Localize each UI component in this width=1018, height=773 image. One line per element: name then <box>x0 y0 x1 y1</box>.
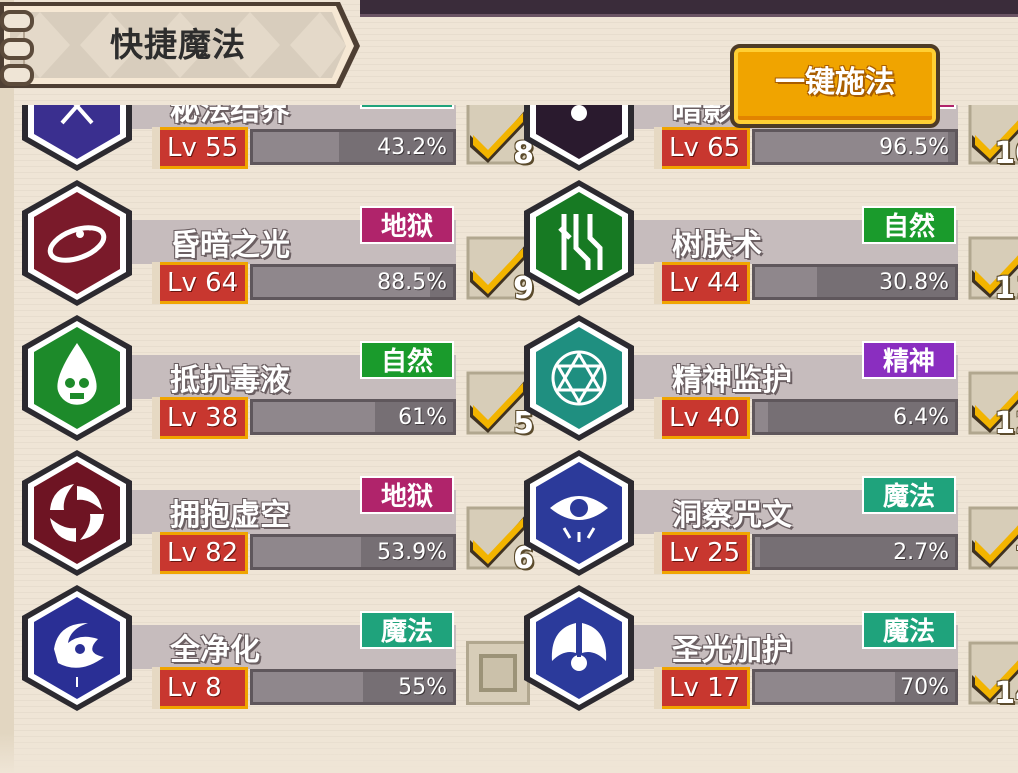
spell-level-badge: Lv 82 <box>152 532 248 574</box>
spell-school-tag: 地狱 <box>360 206 454 244</box>
page-title: 快捷魔法 <box>110 25 246 64</box>
spell-school-tag: 魔法 <box>360 611 454 649</box>
spell-level-badge: Lv 40 <box>654 397 750 439</box>
spell-progress-fill <box>755 267 817 297</box>
spell-school-tag: 魔法 <box>862 611 956 649</box>
shadow-icon <box>520 105 638 173</box>
spell-name: 树肤术 <box>672 228 762 263</box>
spell-progress-fill <box>755 537 761 567</box>
spell-progress-bar: 43.2% <box>250 129 456 165</box>
spell-slot-number: 14 <box>994 676 1018 711</box>
spell-name: 圣光加护 <box>672 633 792 668</box>
spell-row-s9[interactable]: 全净化 魔法 Lv 8 55% <box>18 583 530 713</box>
void-embrace-icon <box>18 448 136 578</box>
spell-progress-label: 55% <box>398 675 447 700</box>
spell-progress-label: 53.9% <box>377 540 447 565</box>
spell-slot-number: 12 <box>994 406 1018 441</box>
barkskin-icon <box>520 178 638 308</box>
spell-name: 洞察咒文 <box>672 498 792 533</box>
spell-enabled-checkbox[interactable]: 14 <box>968 641 1018 711</box>
spell-progress-bar: 55% <box>250 669 456 705</box>
spell-progress-label: 88.5% <box>377 270 447 295</box>
spell-progress-bar: 30.8% <box>752 264 958 300</box>
spell-progress-label: 2.7% <box>893 540 949 565</box>
cast-all-button[interactable]: 一键施法 <box>730 44 940 128</box>
spell-progress-label: 30.8% <box>879 270 949 295</box>
spell-name: 精神监护 <box>672 363 792 398</box>
binder-ring-icon <box>0 64 34 86</box>
spell-level-badge: Lv 55 <box>152 127 248 169</box>
spell-school-tag: 魔法 <box>862 476 956 514</box>
spell-level-badge: Lv 65 <box>654 127 750 169</box>
spell-name: 全净化 <box>170 633 260 668</box>
spell-level-badge: Lv 44 <box>654 262 750 304</box>
spell-row-s7[interactable]: 拥抱虚空 地狱 Lv 82 53.9% 6 <box>18 448 534 578</box>
spell-progress-label: 96.5% <box>879 135 949 160</box>
spell-row-s6[interactable]: 精神监护 精神 Lv 40 6.4% 12 <box>520 313 1018 443</box>
spell-progress-fill <box>253 402 375 432</box>
spell-progress-label: 6.4% <box>893 405 949 430</box>
spell-school-tag: 自然 <box>360 341 454 379</box>
arcane-barrier-icon <box>18 105 136 173</box>
purify-icon <box>18 583 136 713</box>
insight-eye-icon <box>520 448 638 578</box>
spell-enabled-checkbox[interactable]: 11 <box>968 236 1018 306</box>
spell-name: 拥抱虚空 <box>170 498 290 533</box>
spirit-ward-icon <box>520 313 638 443</box>
spell-school-tag: 自然 <box>862 206 956 244</box>
spell-progress-fill <box>253 672 363 702</box>
spell-progress-bar: 6.4% <box>752 399 958 435</box>
spell-progress-bar: 70% <box>752 669 958 705</box>
panel-left-edge <box>0 0 14 773</box>
spell-level-badge: Lv 38 <box>152 397 248 439</box>
spell-progress-label: 43.2% <box>377 135 447 160</box>
spell-school-tag: 魔法 <box>360 105 454 109</box>
spell-progress-bar: 88.5% <box>250 264 456 300</box>
title-banner: 快捷魔法 <box>0 0 362 92</box>
quick-magic-panel: 秘法结界魔法Lv 5543.2%8暗影地狱Lv 6596.5%10昏暗之光地狱L… <box>0 0 1018 773</box>
spell-row-s3[interactable]: 昏暗之光 地狱 Lv 64 88.5% 9 <box>18 178 534 308</box>
spell-name: 昏暗之光 <box>170 228 290 263</box>
spell-progress-fill <box>755 402 768 432</box>
spell-progress-label: 61% <box>398 405 447 430</box>
spell-progress-fill <box>253 537 361 567</box>
poison-resist-icon <box>18 313 136 443</box>
dim-light-icon <box>18 178 136 308</box>
spell-school-tag: 精神 <box>862 341 956 379</box>
spell-progress-fill <box>755 672 895 702</box>
binder-ring-icon <box>0 38 34 60</box>
spell-row-s4[interactable]: 树肤术 自然 Lv 44 30.8% 11 <box>520 178 1018 308</box>
spell-progress-bar: 61% <box>250 399 456 435</box>
spell-enabled-checkbox[interactable]: 10 <box>968 105 1018 171</box>
spell-level-badge: Lv 64 <box>152 262 248 304</box>
binder-ring-icon <box>0 10 34 32</box>
spell-level-badge: Lv 8 <box>152 667 248 709</box>
spell-school-tag: 地狱 <box>360 476 454 514</box>
spell-name: 抵抗毒液 <box>170 363 290 398</box>
spell-progress-bar: 96.5% <box>752 129 958 165</box>
spell-progress-bar: 53.9% <box>250 534 456 570</box>
bottom-fade <box>0 733 1018 773</box>
spell-progress-fill <box>253 132 340 162</box>
spell-enabled-checkbox[interactable]: 7 <box>968 506 1018 576</box>
spell-row-s1[interactable]: 秘法结界魔法Lv 5543.2%8 <box>18 105 534 173</box>
top-frame-strip <box>360 0 1018 17</box>
holy-wings-icon <box>520 583 638 713</box>
spell-name: 暗影 <box>672 105 732 128</box>
spell-slot-number: 11 <box>994 271 1018 306</box>
spell-level-badge: Lv 25 <box>654 532 750 574</box>
spell-enabled-checkbox[interactable]: 12 <box>968 371 1018 441</box>
spell-level-badge: Lv 17 <box>654 667 750 709</box>
spell-name: 秘法结界 <box>170 105 290 128</box>
spell-slot-number: 10 <box>994 136 1018 171</box>
spell-row-s5[interactable]: 抵抗毒液 自然 Lv 38 61% 5 <box>18 313 534 443</box>
spell-row-s10[interactable]: 圣光加护 魔法 Lv 17 70% 14 <box>520 583 1018 713</box>
spell-row-s8[interactable]: 洞察咒文 魔法 Lv 25 2.7% 7 <box>520 448 1018 578</box>
spell-list[interactable]: 秘法结界魔法Lv 5543.2%8暗影地狱Lv 6596.5%10昏暗之光地狱L… <box>0 105 1018 773</box>
spell-progress-bar: 2.7% <box>752 534 958 570</box>
spell-progress-label: 70% <box>900 675 949 700</box>
